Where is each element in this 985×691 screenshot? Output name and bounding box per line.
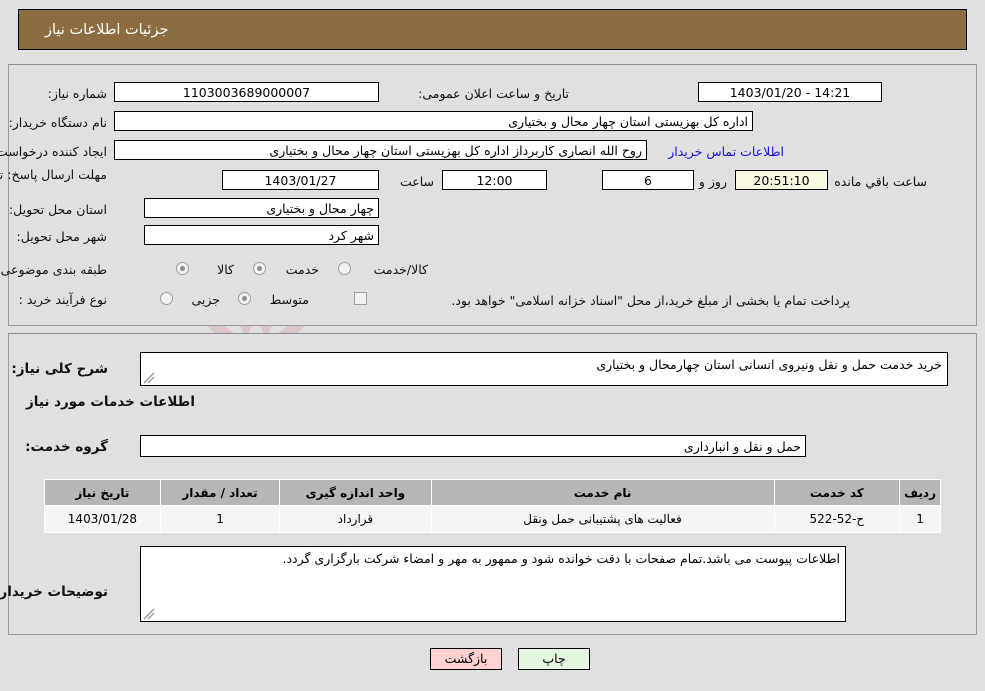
cell-radif: 1 — [899, 505, 941, 533]
col-service-code: کد خدمت — [773, 479, 901, 506]
radio-process-jozei[interactable] — [160, 292, 173, 305]
announce-datetime-value: 14:21 - 1403/01/20 — [698, 82, 882, 102]
radio-category-kala-khedmat[interactable] — [338, 262, 351, 275]
cell-service-code: ح-52-522 — [773, 505, 901, 533]
resize-grip-icon[interactable] — [143, 372, 155, 384]
col-radif: ردیف — [899, 479, 941, 506]
announce-datetime-label: تاریخ و ساعت اعلان عمومی: — [418, 86, 569, 101]
checkbox-islamic-treasury[interactable] — [354, 292, 367, 305]
islamic-treasury-note: پرداخت تمام یا بخشی از مبلغ خرید،از محل … — [451, 293, 850, 308]
countdown-timer-value: 20:51:10 — [735, 170, 828, 190]
category-label: طبقه بندی موضوعی: — [0, 262, 107, 277]
radio-category-khedmat-label: خدمت — [285, 262, 319, 277]
buyer-org-label: نام دستگاه خریدار: — [8, 115, 107, 130]
buyer-notes-value: اطلاعات پیوست می باشد.تمام صفحات با دقت … — [282, 551, 840, 566]
header-bar: جزئیات اطلاعات نیاز — [18, 9, 967, 50]
radio-category-kala-label: کالا — [217, 262, 234, 277]
deadline-label: مهلت ارسال پاسخ: تا تاریخ: — [0, 167, 107, 183]
service-group-value: حمل و نقل و انبارداری — [140, 435, 806, 457]
radio-category-khedmat[interactable] — [253, 262, 266, 275]
remaining-days-value: 6 — [602, 170, 694, 190]
buyer-notes-label: توضیحات خریدار: — [0, 584, 108, 600]
delivery-province-label: استان محل تحویل: — [8, 202, 107, 217]
table-header-row: ردیف کد خدمت نام خدمت واحد اندازه گیری ت… — [44, 479, 941, 506]
col-service-name: نام خدمت — [430, 479, 775, 506]
radio-process-jozei-label: جزیی — [191, 292, 220, 307]
need-number-label: شماره نیاز: — [47, 86, 107, 101]
delivery-province-value: چهار محال و بختیاری — [144, 198, 379, 218]
delivery-city-value: شهر کرد — [144, 225, 379, 245]
buyer-org-value: اداره کل بهزیستی استان چهار محال و بختیا… — [114, 111, 753, 131]
col-unit: واحد اندازه گیری — [279, 479, 432, 506]
buyer-notes-textarea[interactable]: اطلاعات پیوست می باشد.تمام صفحات با دقت … — [140, 546, 846, 622]
resize-grip-icon[interactable] — [143, 608, 155, 620]
col-quantity: تعداد / مقدار — [159, 479, 281, 506]
cell-quantity: 1 — [159, 505, 281, 533]
print-button[interactable]: چاپ — [518, 648, 590, 670]
page-title: جزئیات اطلاعات نیاز — [45, 21, 169, 38]
deadline-label-text: مهلت ارسال پاسخ: تا تاریخ: — [0, 167, 107, 182]
page-root: AriaTender.net جزئیات اطلاعات نیاز شماره… — [0, 0, 985, 691]
process-type-label: نوع فرآیند خرید : — [18, 292, 107, 307]
buyer-contact-link[interactable]: اطلاعات تماس خریدار — [668, 144, 784, 159]
services-heading: اطلاعات خدمات مورد نیاز — [25, 394, 195, 410]
cell-service-name: فعالیت های پشتیبانی حمل ونقل — [430, 505, 775, 533]
deadline-time-value: 12:00 — [442, 170, 547, 190]
radio-category-kala[interactable] — [176, 262, 189, 275]
creator-value: روح الله انصاری کاربرداز اداره کل بهزیست… — [114, 140, 647, 160]
table-row: 1 ح-52-522 فعالیت های پشتیبانی حمل ونقل … — [44, 505, 941, 533]
overall-description-textarea[interactable]: خرید خدمت حمل و نقل ونیروی انسانی استان … — [140, 352, 948, 386]
creator-label: ایجاد کننده درخواست: — [0, 144, 107, 159]
remaining-hours-label: ساعت باقي مانده — [834, 174, 927, 189]
back-button[interactable]: بازگشت — [430, 648, 502, 670]
delivery-city-label: شهر محل تحویل: — [16, 229, 107, 244]
services-table: ردیف کد خدمت نام خدمت واحد اندازه گیری ت… — [44, 479, 941, 533]
hour-label: ساعت — [399, 174, 434, 189]
service-group-label: گروه خدمت: — [25, 439, 108, 455]
cell-unit: قرارداد — [279, 505, 432, 533]
need-number-value: 1103003689000007 — [114, 82, 379, 102]
days-label: روز و — [698, 174, 727, 189]
radio-category-kala-khedmat-label: کالا/خدمت — [373, 262, 428, 277]
need-summary-panel — [8, 64, 977, 326]
deadline-date-value: 1403/01/27 — [222, 170, 379, 190]
radio-process-motevaset[interactable] — [238, 292, 251, 305]
cell-need-date: 1403/01/28 — [44, 505, 161, 533]
overall-description-value: خرید خدمت حمل و نقل ونیروی انسانی استان … — [596, 357, 942, 372]
col-need-date: تاریخ نیاز — [44, 479, 161, 506]
radio-process-motevaset-label: متوسط — [269, 292, 309, 307]
overall-description-label: شرح کلی نیاز: — [11, 361, 108, 377]
